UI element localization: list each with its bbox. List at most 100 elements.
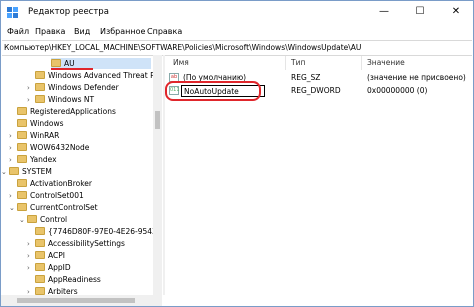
- folder-icon: [35, 275, 45, 283]
- folder-icon: [35, 71, 45, 79]
- folder-icon: [17, 155, 27, 163]
- folder-icon: [9, 167, 19, 175]
- tree-item-label: Windows NT: [48, 95, 95, 104]
- tree-item-label: AppReadiness: [48, 275, 101, 284]
- tree-item-label: Windows Advanced Threat Pro: [48, 71, 153, 80]
- menu-view[interactable]: Вид: [74, 27, 90, 36]
- tree-item-label: RegisteredApplications: [30, 107, 116, 116]
- tree-item-label: ControlSet001: [30, 191, 84, 200]
- folder-icon: [17, 191, 27, 199]
- tree-item-winrar[interactable]: › WinRAR: [9, 130, 59, 141]
- tree-item-label: SYSTEM: [22, 167, 52, 176]
- tree-item-windows-nt[interactable]: › Windows NT: [27, 94, 94, 105]
- red-highlight-annotation: [165, 81, 261, 101]
- tree-item-label: CurrentControlSet: [30, 203, 98, 212]
- tree-item-windows-advanced-threat-protection[interactable]: Windows Advanced Threat Pro: [35, 70, 153, 81]
- folder-icon: [35, 227, 45, 235]
- value-data: (значение не присвоено): [367, 73, 466, 82]
- folder-icon: [51, 59, 61, 67]
- tree-item-label: Arbiters: [48, 287, 78, 295]
- folder-icon: [35, 263, 45, 271]
- tree-item-label: Windows: [30, 119, 64, 128]
- tree-vertical-scrollbar[interactable]: [153, 55, 162, 295]
- chevron-right-icon[interactable]: ›: [9, 131, 17, 142]
- tree-item-registeredapplications[interactable]: RegisteredApplications: [17, 106, 116, 117]
- tree-item-currentcontrolset[interactable]: ⌄ CurrentControlSet: [9, 202, 98, 213]
- tree-item-appreadiness[interactable]: AppReadiness: [35, 274, 101, 285]
- column-header-type[interactable]: Тип: [291, 58, 305, 67]
- title-bar: Редактор реестра — ☐ ✕: [1, 1, 473, 23]
- tree-item-label: WOW6432Node: [30, 143, 90, 152]
- chevron-right-icon[interactable]: ›: [27, 263, 35, 274]
- window-title: Редактор реестра: [28, 7, 109, 17]
- folder-icon: [35, 239, 45, 247]
- column-separator[interactable]: [361, 56, 362, 70]
- tree-item-label: AU: [64, 59, 75, 68]
- chevron-down-icon[interactable]: ⌄: [9, 203, 17, 214]
- tree-item-label: AppID: [48, 263, 71, 272]
- menu-favorites[interactable]: Избранное: [100, 27, 145, 36]
- column-separator[interactable]: [285, 56, 286, 70]
- address-bar[interactable]: Компьютер\HKEY_LOCAL_MACHINE\SOFTWARE\Po…: [2, 40, 472, 56]
- folder-icon: [35, 287, 45, 295]
- tree-item-system[interactable]: ⌄ SYSTEM: [1, 166, 52, 177]
- tree-item-label: ACPI: [48, 251, 65, 260]
- minimize-button[interactable]: —: [367, 4, 401, 20]
- tree-item-appid[interactable]: › AppID: [27, 262, 71, 273]
- tree-item-label: WinRAR: [30, 131, 60, 140]
- tree-item-label: AccessibilitySettings: [48, 239, 125, 248]
- chevron-down-icon[interactable]: ⌄: [19, 215, 27, 226]
- folder-icon: [35, 83, 45, 91]
- value-data: 0x00000000 (0): [367, 86, 428, 95]
- chevron-right-icon[interactable]: ›: [9, 143, 17, 154]
- tree-item-label: Control: [40, 215, 68, 224]
- folder-icon: [35, 251, 45, 259]
- folder-icon: [17, 131, 27, 139]
- registry-tree: AU Windows Advanced Threat Pro › Windows …: [1, 55, 153, 295]
- registry-app-icon: [7, 7, 18, 18]
- red-underline-annotation: [51, 68, 93, 70]
- tree-item-wow6432node[interactable]: › WOW6432Node: [9, 142, 89, 153]
- tree-item-windows-defender[interactable]: › Windows Defender: [27, 82, 119, 93]
- column-header-name[interactable]: Имя: [173, 58, 189, 67]
- chevron-right-icon[interactable]: ›: [27, 95, 35, 106]
- chevron-right-icon[interactable]: ›: [27, 83, 35, 94]
- column-header-value[interactable]: Значение: [367, 58, 405, 67]
- scrollbar-thumb[interactable]: [17, 298, 135, 303]
- close-button[interactable]: ✕: [439, 4, 473, 20]
- maximize-button[interactable]: ☐: [403, 4, 437, 20]
- tree-item-yandex[interactable]: › Yandex: [9, 154, 57, 165]
- value-type: REG_SZ: [291, 73, 321, 82]
- tree-item-label: ActivationBroker: [30, 179, 92, 188]
- values-list: Имя Тип Значение ab (По умолчанию) REG_S…: [165, 55, 473, 306]
- tree-item-guid[interactable]: {7746D80F-97E0-4E26-9543-26E: [35, 226, 153, 237]
- tree-item-label: Yandex: [30, 155, 57, 164]
- menu-bar: Файл Правка Вид Избранное Справка: [1, 23, 473, 40]
- tree-item-activationbroker[interactable]: ActivationBroker: [17, 178, 92, 189]
- tree-horizontal-scrollbar[interactable]: [1, 295, 162, 306]
- menu-file[interactable]: Файл: [7, 27, 29, 36]
- folder-icon: [17, 179, 27, 187]
- scrollbar-thumb[interactable]: [155, 111, 160, 129]
- tree-item-arbiters[interactable]: › Arbiters: [27, 286, 78, 295]
- chevron-right-icon[interactable]: ›: [27, 239, 35, 250]
- folder-icon: [17, 107, 27, 115]
- registry-editor-window: Редактор реестра — ☐ ✕ Файл Правка Вид И…: [0, 0, 474, 307]
- tree-item-label: Windows Defender: [48, 83, 119, 92]
- chevron-right-icon[interactable]: ›: [27, 287, 35, 295]
- tree-item-accessibilitysettings[interactable]: › AccessibilitySettings: [27, 238, 125, 249]
- value-type: REG_DWORD: [291, 86, 341, 95]
- chevron-down-icon[interactable]: ⌄: [1, 167, 9, 178]
- folder-icon: [17, 143, 27, 151]
- tree-item-control[interactable]: ⌄ Control: [19, 214, 67, 225]
- tree-item-controlset001[interactable]: › ControlSet001: [9, 190, 84, 201]
- chevron-right-icon[interactable]: ›: [9, 155, 17, 166]
- tree-item-acpi[interactable]: › ACPI: [27, 250, 65, 261]
- chevron-right-icon[interactable]: ›: [27, 251, 35, 262]
- chevron-right-icon[interactable]: ›: [9, 191, 17, 202]
- folder-icon: [27, 215, 37, 223]
- menu-edit[interactable]: Правка: [35, 27, 65, 36]
- folder-icon: [17, 203, 27, 211]
- tree-item-windows[interactable]: Windows: [17, 118, 63, 129]
- menu-help[interactable]: Справка: [147, 27, 182, 36]
